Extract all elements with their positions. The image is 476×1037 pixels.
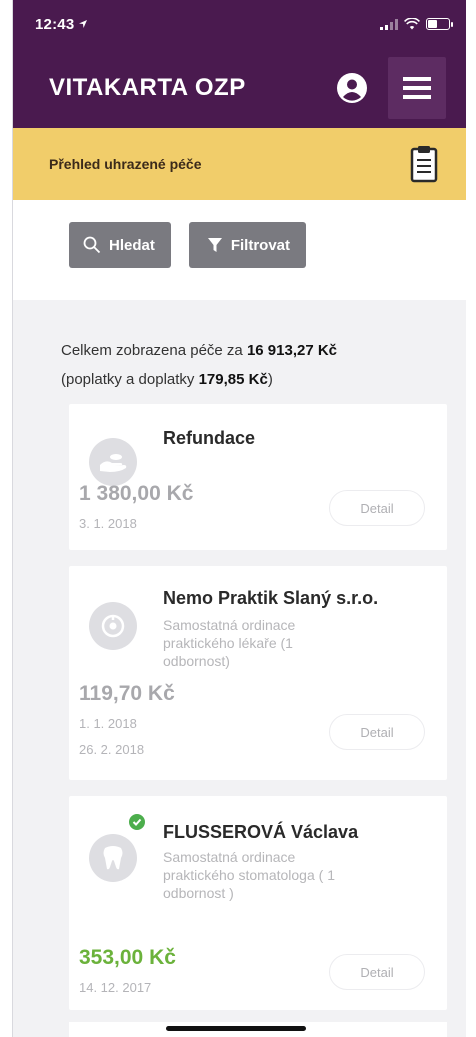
care-item-amount: 1 380,00 Kč bbox=[79, 482, 194, 505]
top-bar: 12:43 VITAKARTA OZP bbox=[13, 0, 466, 128]
care-item-name: Nemo Praktik Slaný s.r.o. bbox=[163, 588, 379, 608]
summary-text: Celkem zobrazena péče za 16 913,27 Kč (p… bbox=[13, 300, 466, 410]
care-item-name: FLUSSEROVÁ Václava bbox=[163, 822, 359, 842]
filter-button-label: Filtrovat bbox=[230, 236, 291, 254]
summary-fees: 179,85 Kč bbox=[198, 371, 268, 388]
care-item-description: Samostatná ordinace praktického lékaře (… bbox=[163, 617, 296, 669]
action-bar: Hledat Filtrovat bbox=[13, 200, 466, 300]
care-item-icon-wrap bbox=[89, 438, 137, 486]
search-icon bbox=[83, 236, 101, 254]
summary-fees-suffix: ) bbox=[267, 371, 273, 388]
hamburger-menu-icon bbox=[403, 77, 431, 99]
care-item-description: Samostatná ordinace praktického stomatol… bbox=[163, 849, 335, 901]
search-button[interactable]: Hledat bbox=[69, 222, 171, 268]
care-item-card[interactable]: FLUSSEROVÁ Václava Samostatná ordinace p… bbox=[69, 796, 447, 1010]
care-item-card[interactable]: Refundace 1 380,00 Kč 3. 1. 2018 Detail bbox=[69, 404, 447, 550]
filter-icon bbox=[207, 238, 222, 252]
care-item-date-to: 26. 2. 2018 bbox=[79, 742, 145, 757]
detail-button[interactable]: Detail bbox=[329, 490, 425, 526]
care-item-icon-wrap bbox=[89, 834, 137, 882]
location-arrow-icon bbox=[79, 20, 88, 28]
care-item-card[interactable]: Nemo Praktik Slaný s.r.o. Samostatná ord… bbox=[69, 566, 447, 780]
clipboard-button[interactable] bbox=[406, 142, 442, 186]
status-time-group: 12:43 bbox=[35, 16, 88, 33]
refund-hand-icon bbox=[100, 454, 127, 472]
tooth-icon bbox=[103, 846, 123, 870]
clipboard-icon bbox=[410, 146, 438, 183]
care-item-amount: 119,70 Kč bbox=[79, 682, 175, 705]
battery-icon bbox=[426, 18, 453, 30]
care-item-name: Refundace bbox=[163, 428, 256, 448]
page-title: Přehled uhrazené péče bbox=[49, 156, 202, 172]
user-circle-icon bbox=[337, 73, 367, 103]
summary-total: 16 913,27 Kč bbox=[246, 342, 338, 359]
status-time: 12:43 bbox=[35, 15, 75, 33]
cellular-signal-icon bbox=[380, 18, 398, 30]
status-bar: 12:43 bbox=[13, 0, 466, 48]
app-header: VITAKARTA OZP bbox=[13, 48, 466, 128]
detail-button[interactable]: Detail bbox=[329, 714, 425, 750]
care-item-date: 3. 1. 2018 bbox=[79, 516, 137, 531]
app-screen: 12:43 VITAKARTA OZP Přehled uhrazené péč… bbox=[12, 0, 466, 1037]
stethoscope-icon bbox=[101, 614, 125, 638]
detail-button[interactable]: Detail bbox=[329, 954, 425, 990]
page-subheader: Přehled uhrazené péče bbox=[13, 128, 466, 200]
care-item-date-from: 1. 1. 2018 bbox=[79, 716, 137, 731]
filter-button[interactable]: Filtrovat bbox=[188, 222, 307, 268]
search-button-label: Hledat bbox=[109, 236, 155, 254]
care-item-amount: 353,00 Kč bbox=[79, 946, 176, 969]
paid-check-icon bbox=[127, 812, 147, 832]
care-item-icon-wrap bbox=[89, 602, 137, 650]
menu-button[interactable] bbox=[388, 57, 446, 119]
care-item-date: 14. 12. 2017 bbox=[79, 980, 152, 995]
summary-fees-prefix: (poplatky a doplatky bbox=[61, 371, 199, 388]
home-indicator bbox=[166, 1026, 306, 1031]
summary-prefix: Celkem zobrazena péče za bbox=[61, 342, 247, 359]
app-title: VITAKARTA OZP bbox=[49, 74, 246, 101]
wifi-icon bbox=[404, 18, 420, 30]
status-icons bbox=[380, 18, 453, 30]
profile-button[interactable] bbox=[334, 70, 370, 106]
